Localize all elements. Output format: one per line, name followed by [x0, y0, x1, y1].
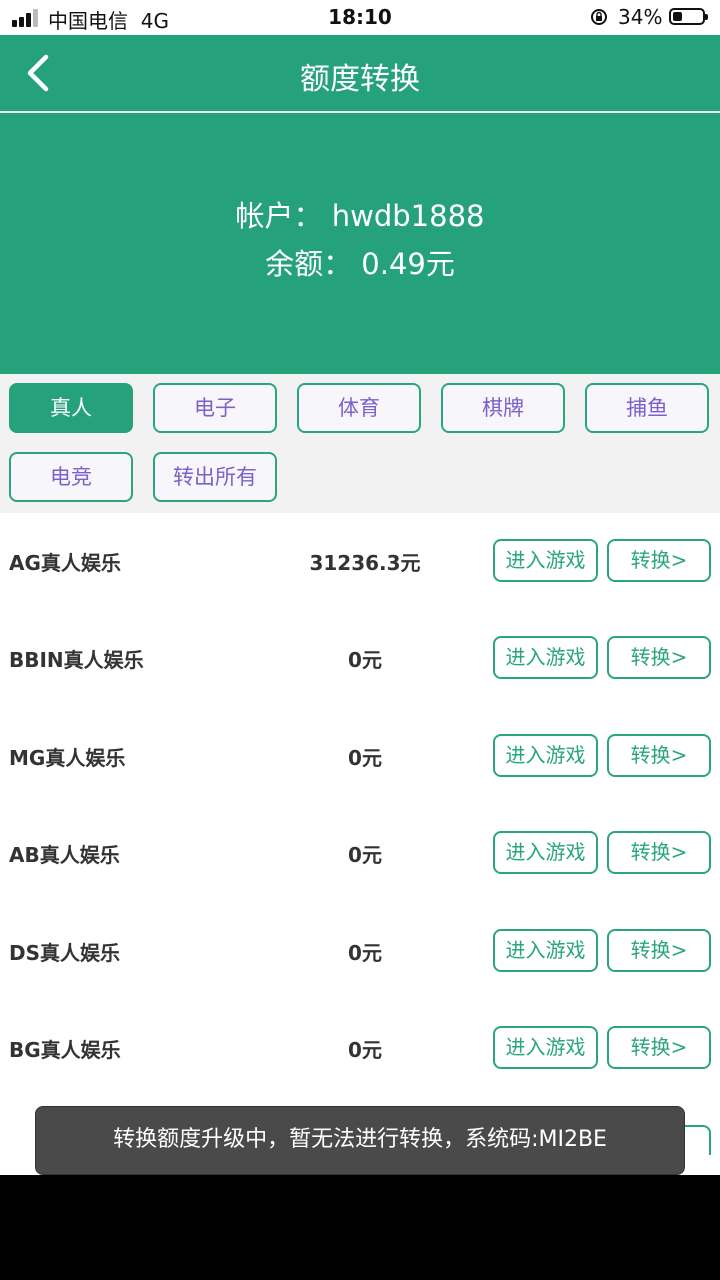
platform-name: MG真人娱乐 [9, 746, 126, 770]
battery-percent: 34% [618, 5, 663, 29]
platform-name: BBIN真人娱乐 [9, 648, 144, 672]
tab-electronic[interactable]: 电子 [153, 383, 277, 433]
platform-name: AB真人娱乐 [9, 843, 120, 867]
platform-name: DS真人娱乐 [9, 941, 121, 965]
status-bar: 中国电信 4G 18:10 34% [0, 0, 720, 35]
list-item: DS真人娱乐 0元 进入游戏 转换> [0, 903, 720, 1000]
transfer-button[interactable]: 转换> [607, 636, 711, 679]
platform-balance: 0元 [348, 648, 382, 672]
transfer-button[interactable]: 转换> [607, 734, 711, 777]
enter-game-button[interactable]: 进入游戏 [493, 539, 598, 582]
category-tabs: 真人 电子 体育 棋牌 捕鱼 电竞 转出所有 [0, 374, 720, 513]
list-item: AB真人娱乐 0元 进入游戏 转换> [0, 805, 720, 902]
list-item: MG真人娱乐 0元 进入游戏 转换> [0, 708, 720, 805]
enter-game-button[interactable]: 进入游戏 [493, 734, 598, 777]
platform-balance: 0元 [348, 746, 382, 770]
tab-esports[interactable]: 电竞 [9, 452, 133, 502]
transfer-button[interactable]: 转换> [607, 831, 711, 874]
list-item: BBIN真人娱乐 0元 进入游戏 转换> [0, 610, 720, 707]
platform-balance: 0元 [348, 1038, 382, 1062]
tab-live[interactable]: 真人 [9, 383, 133, 433]
account-panel: 帐户： hwdb1888 余额： 0.49元 [0, 113, 720, 374]
transfer-button[interactable]: 转换> [607, 929, 711, 972]
account-name: 帐户： hwdb1888 [235, 199, 485, 233]
list-item: AG真人娱乐 31236.3元 进入游戏 转换> [0, 513, 720, 610]
tab-fishing[interactable]: 捕鱼 [585, 383, 709, 433]
transfer-button[interactable]: 转换> [607, 1026, 711, 1069]
toast-message: 转换额度升级中，暂无法进行转换，系统码:MI2BE [35, 1106, 685, 1175]
platform-balance: 31236.3元 [309, 551, 421, 575]
screen: 中国电信 4G 18:10 34% 额度转换 帐户： hwdb1888 余额： … [0, 0, 720, 1175]
rotation-lock-icon [591, 9, 607, 25]
platform-name: BG真人娱乐 [9, 1038, 121, 1062]
tab-cards[interactable]: 棋牌 [441, 383, 565, 433]
battery-icon [669, 8, 708, 25]
list-item: BG真人娱乐 0元 进入游戏 转换> [0, 1000, 720, 1097]
enter-game-button[interactable]: 进入游戏 [493, 831, 598, 874]
platform-balance: 0元 [348, 843, 382, 867]
tab-sports[interactable]: 体育 [297, 383, 421, 433]
enter-game-button[interactable]: 进入游戏 [493, 1026, 598, 1069]
clock: 18:10 [328, 5, 392, 29]
page-title: 额度转换 [300, 62, 420, 97]
nav-bar: 额度转换 [0, 35, 720, 113]
transfer-button[interactable]: 转换> [607, 539, 711, 582]
enter-game-button[interactable]: 进入游戏 [493, 636, 598, 679]
enter-game-button[interactable]: 进入游戏 [493, 929, 598, 972]
platform-name: AG真人娱乐 [9, 551, 121, 575]
transfer-all-button[interactable]: 转出所有 [153, 452, 277, 502]
platform-balance: 0元 [348, 941, 382, 965]
account-balance: 余额： 0.49元 [265, 247, 455, 281]
